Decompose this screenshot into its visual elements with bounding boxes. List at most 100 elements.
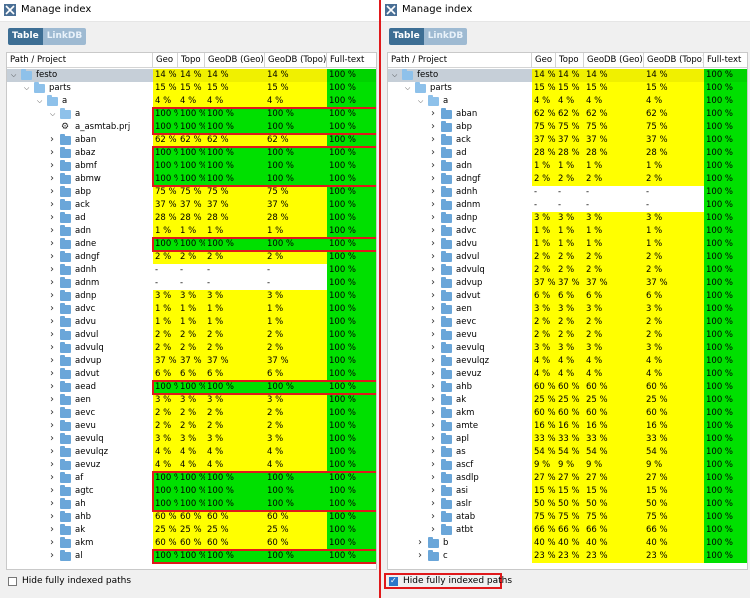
table-row[interactable]: › c 23 % 23 % 23 % 23 % 100 % bbox=[388, 550, 747, 563]
table-row[interactable]: › ak 25 % 25 % 25 % 25 % 100 % bbox=[388, 394, 747, 407]
chevron-right-icon[interactable]: › bbox=[50, 433, 57, 444]
table-row[interactable]: ›adne100 %100 %100 %100 %100 % bbox=[7, 238, 376, 251]
tab-table[interactable]: Table bbox=[389, 28, 424, 45]
chevron-right-icon[interactable]: › bbox=[431, 459, 438, 470]
index-table[interactable]: Path / Project Geo Topo GeoDB (Geo) GeoDB (T… bbox=[6, 52, 377, 570]
chevron-right-icon[interactable]: › bbox=[50, 277, 57, 288]
chevron-right-icon[interactable]: › bbox=[431, 394, 438, 405]
table-row[interactable]: ⌵ parts 15 % 15 % 15 % 15 % 100 % bbox=[7, 82, 376, 95]
table-row[interactable]: ›abaz100 %100 %100 %100 %100 % bbox=[7, 147, 376, 160]
chevron-right-icon[interactable]: › bbox=[50, 511, 57, 522]
chevron-right-icon[interactable]: › bbox=[50, 225, 57, 236]
chevron-right-icon[interactable]: › bbox=[431, 342, 438, 353]
table-row[interactable]: › aevu 2 % 2 % 2 % 2 % 100 % bbox=[388, 329, 747, 342]
table-row[interactable]: › advulq 2 % 2 % 2 % 2 % 100 % bbox=[7, 342, 376, 355]
table-row[interactable]: › aen 3 % 3 % 3 % 3 % 100 % bbox=[388, 303, 747, 316]
table-row[interactable]: ›ah100 %100 %100 %100 %100 % bbox=[7, 498, 376, 511]
chevron-right-icon[interactable]: › bbox=[418, 537, 425, 548]
chevron-right-icon[interactable]: › bbox=[50, 472, 57, 483]
table-row[interactable]: › adnp 3 % 3 % 3 % 3 % 100 % bbox=[7, 290, 376, 303]
chevron-right-icon[interactable]: › bbox=[431, 160, 438, 171]
chevron-right-icon[interactable]: › bbox=[50, 160, 57, 171]
chevron-right-icon[interactable]: › bbox=[431, 433, 438, 444]
chevron-down-icon[interactable]: ⌵ bbox=[50, 111, 57, 118]
chevron-right-icon[interactable]: › bbox=[50, 238, 57, 249]
chevron-right-icon[interactable]: › bbox=[431, 472, 438, 483]
chevron-right-icon[interactable]: › bbox=[431, 251, 438, 262]
chevron-down-icon[interactable]: ⌵ bbox=[418, 98, 425, 105]
chevron-right-icon[interactable]: › bbox=[431, 368, 438, 379]
table-row[interactable]: › ahb 60 % 60 % 60 % 60 % 100 % bbox=[388, 381, 747, 394]
table-row[interactable]: › advup 37 % 37 % 37 % 37 % 100 % bbox=[7, 355, 376, 368]
column-header[interactable]: Full-text bbox=[704, 53, 747, 68]
chevron-right-icon[interactable]: › bbox=[431, 121, 438, 132]
table-row[interactable]: › advu 1 % 1 % 1 % 1 % 100 % bbox=[7, 316, 376, 329]
chevron-right-icon[interactable]: › bbox=[431, 511, 438, 522]
table-row[interactable]: › advul 2 % 2 % 2 % 2 % 100 % bbox=[388, 251, 747, 264]
table-row[interactable]: › adngf 2 % 2 % 2 % 2 % 100 % bbox=[388, 173, 747, 186]
chevron-right-icon[interactable]: › bbox=[431, 498, 438, 509]
table-row[interactable]: › adnm - - - -100 % bbox=[388, 199, 747, 212]
table-row[interactable]: ›aead100 %100 %100 %100 %100 % bbox=[7, 381, 376, 394]
chevron-right-icon[interactable]: › bbox=[431, 303, 438, 314]
table-row[interactable]: › asi 15 % 15 % 15 % 15 % 100 % bbox=[388, 485, 747, 498]
table-row[interactable]: › aevulq 3 % 3 % 3 % 3 % 100 % bbox=[7, 433, 376, 446]
chevron-right-icon[interactable]: › bbox=[431, 407, 438, 418]
table-row[interactable]: › adngf 2 % 2 % 2 % 2 % 100 % bbox=[7, 251, 376, 264]
table-row[interactable]: ⚙a_asmtab.prj100 %100 %100 %100 %100 % bbox=[7, 121, 376, 134]
chevron-right-icon[interactable]: › bbox=[431, 290, 438, 301]
table-row[interactable]: ›af100 %100 %100 %100 %100 % bbox=[7, 472, 376, 485]
table-row[interactable]: › aevu 2 % 2 % 2 % 2 % 100 % bbox=[7, 420, 376, 433]
table-row[interactable]: › apl 33 % 33 % 33 % 33 % 100 % bbox=[388, 433, 747, 446]
chevron-right-icon[interactable]: › bbox=[50, 537, 57, 548]
table-row[interactable]: › akm 60 % 60 % 60 % 60 % 100 % bbox=[7, 537, 376, 550]
chevron-right-icon[interactable]: › bbox=[431, 173, 438, 184]
tab-linkdb[interactable]: LinkDB bbox=[423, 28, 468, 45]
chevron-right-icon[interactable]: › bbox=[50, 485, 57, 496]
chevron-right-icon[interactable]: › bbox=[431, 199, 438, 210]
table-row[interactable]: ⌵ a 4 % 4 % 4 % 4 % 100 % bbox=[388, 95, 747, 108]
table-row[interactable]: › ack 37 % 37 % 37 % 37 % 100 % bbox=[7, 199, 376, 212]
tab-linkdb[interactable]: LinkDB bbox=[42, 28, 87, 45]
chevron-right-icon[interactable]: › bbox=[50, 173, 57, 184]
table-row[interactable]: › advc 1 % 1 % 1 % 1 % 100 % bbox=[7, 303, 376, 316]
chevron-right-icon[interactable]: › bbox=[50, 186, 57, 197]
chevron-right-icon[interactable]: › bbox=[431, 485, 438, 496]
column-header[interactable]: Topo bbox=[556, 53, 584, 68]
chevron-down-icon[interactable]: ⌵ bbox=[11, 72, 18, 79]
chevron-right-icon[interactable]: › bbox=[431, 238, 438, 249]
chevron-right-icon[interactable]: › bbox=[431, 134, 438, 145]
chevron-right-icon[interactable]: › bbox=[431, 277, 438, 288]
table-row[interactable]: › aevulqz 4 % 4 % 4 % 4 % 100 % bbox=[7, 446, 376, 459]
table-row[interactable]: › asdlp 27 % 27 % 27 % 27 % 100 % bbox=[388, 472, 747, 485]
chevron-right-icon[interactable]: › bbox=[50, 550, 57, 561]
chevron-right-icon[interactable]: › bbox=[50, 329, 57, 340]
chevron-right-icon[interactable]: › bbox=[50, 524, 57, 535]
table-row[interactable]: › aevc 2 % 2 % 2 % 2 % 100 % bbox=[7, 407, 376, 420]
table-row[interactable]: › ad 28 % 28 % 28 % 28 % 100 % bbox=[388, 147, 747, 160]
table-row[interactable]: › adnh - - - -100 % bbox=[388, 186, 747, 199]
table-row[interactable]: › ad 28 % 28 % 28 % 28 % 100 % bbox=[7, 212, 376, 225]
table-row[interactable]: › advut 6 % 6 % 6 % 6 % 100 % bbox=[388, 290, 747, 303]
table-row[interactable]: › atab 75 % 75 % 75 % 75 % 100 % bbox=[388, 511, 747, 524]
column-header[interactable]: Geo bbox=[532, 53, 556, 68]
table-row[interactable]: › aen 3 % 3 % 3 % 3 % 100 % bbox=[7, 394, 376, 407]
table-row[interactable]: › advc 1 % 1 % 1 % 1 % 100 % bbox=[388, 225, 747, 238]
table-row[interactable]: › advulq 2 % 2 % 2 % 2 % 100 % bbox=[388, 264, 747, 277]
column-header[interactable]: Path / Project bbox=[7, 53, 153, 68]
table-row[interactable]: › ak 25 % 25 % 25 % 25 % 100 % bbox=[7, 524, 376, 537]
table-row[interactable]: › aevc 2 % 2 % 2 % 2 % 100 % bbox=[388, 316, 747, 329]
table-row[interactable]: › atbt 66 % 66 % 66 % 66 % 100 % bbox=[388, 524, 747, 537]
table-row[interactable]: › akm 60 % 60 % 60 % 60 % 100 % bbox=[388, 407, 747, 420]
chevron-right-icon[interactable]: › bbox=[50, 147, 57, 158]
table-row[interactable]: ›abmw100 %100 %100 %100 %100 % bbox=[7, 173, 376, 186]
chevron-right-icon[interactable]: › bbox=[50, 355, 57, 366]
chevron-right-icon[interactable]: › bbox=[431, 212, 438, 223]
chevron-right-icon[interactable]: › bbox=[50, 251, 57, 262]
chevron-right-icon[interactable]: › bbox=[431, 186, 438, 197]
chevron-right-icon[interactable]: › bbox=[50, 290, 57, 301]
column-header[interactable]: GeoDB (Topo) bbox=[265, 53, 327, 68]
chevron-down-icon[interactable]: ⌵ bbox=[24, 85, 31, 92]
chevron-right-icon[interactable]: › bbox=[50, 134, 57, 145]
table-row[interactable]: ⌵ festo 14 % 14 % 14 % 14 % 100 % bbox=[388, 69, 747, 82]
